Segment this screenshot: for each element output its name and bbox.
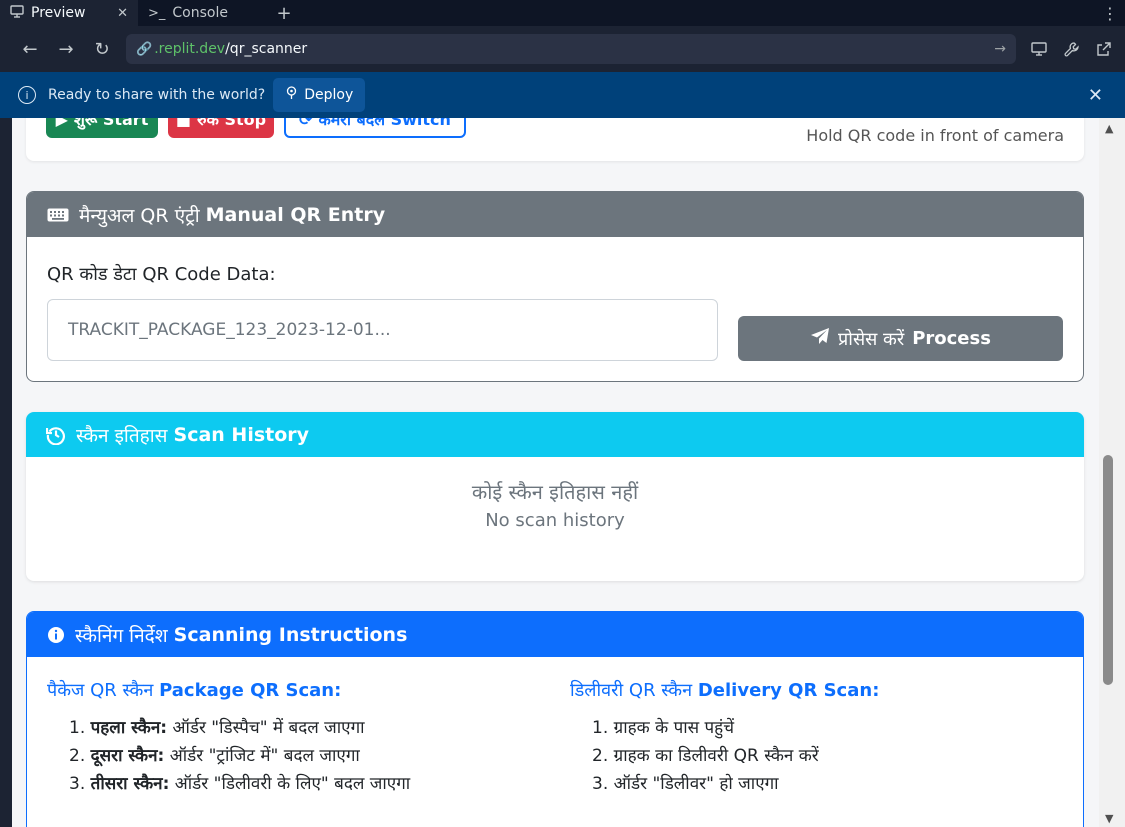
manual-entry-card: मैन्युअल QR एंट्री Manual QR Entry QR को… [26, 191, 1084, 382]
package-title-hi: पैकेज QR स्कैन [47, 680, 154, 701]
package-title-en: Package QR Scan: [159, 680, 342, 701]
delivery-instructions: डिलीवरी QR स्कैन Delivery QR Scan: 1. ग्… [570, 678, 1070, 798]
devices-icon[interactable] [1026, 36, 1052, 62]
step-bold: पहला स्कैन: [90, 718, 168, 738]
empty-history-en: No scan history [485, 510, 625, 531]
step-bold: दूसरा स्कैन: [90, 746, 165, 766]
close-tab-icon[interactable]: ✕ [117, 6, 128, 21]
switch-label: कैमरा बदलें Switch [318, 118, 451, 129]
history-icon [46, 425, 66, 445]
reload-icon[interactable]: ↻ [84, 26, 120, 72]
list-item: 1. पहला स्कैन: ऑर्डर "डिस्पैच" में बदल ज… [69, 718, 365, 738]
history-title-en: Scan History [173, 423, 310, 446]
left-edge [0, 118, 12, 827]
new-tab-plus-icon[interactable]: + [264, 0, 304, 26]
deploy-button[interactable]: Deploy [273, 78, 366, 112]
delivery-title-hi: डिलीवरी QR स्कैन [570, 680, 693, 701]
start-label: शुरू Start [73, 118, 149, 129]
url-path: /qr_scanner [225, 41, 308, 57]
list-item: 3. तीसरा स्कैन: ऑर्डर "डिलीवरी के लिए" ब… [69, 774, 411, 794]
step-bold: तीसरा स्कैन: [90, 774, 170, 794]
manual-entry-header: मैन्युअल QR एंट्री Manual QR Entry [27, 192, 1083, 237]
camera-hint: Hold QR code in front of camera [806, 126, 1064, 145]
stop-label: रुकें Stop [197, 118, 267, 129]
delivery-steps: 1. ग्राहक के पास पहुंचें 2. ग्राहक का डि… [570, 714, 1070, 798]
empty-history-hi: कोई स्कैन इतिहास नहीं [471, 480, 639, 504]
step-text: ऑर्डर "डिलीवर" हो जाएगा [613, 774, 779, 794]
info-circle-icon [47, 626, 65, 644]
delivery-title: डिलीवरी QR स्कैन Delivery QR Scan: [570, 678, 1070, 702]
scan-history-header: स्कैन इतिहास Scan History [26, 412, 1084, 457]
back-arrow-icon[interactable]: ← [12, 26, 48, 72]
go-arrow-icon[interactable]: → [994, 41, 1006, 57]
deploy-banner: i Ready to share with the world? Deploy … [0, 72, 1125, 118]
list-item: 2. दूसरा स्कैन: ऑर्डर "ट्रांजिट में" बदल… [69, 746, 360, 766]
deploy-label: Deploy [304, 87, 354, 103]
deploy-icon [285, 86, 298, 104]
delivery-title-en: Delivery QR Scan: [697, 680, 880, 701]
banner-message: Ready to share with the world? [48, 87, 266, 103]
more-options-icon[interactable]: ⋮ [1095, 0, 1125, 26]
qr-data-label: QR कोड डेटा QR Code Data: [47, 264, 276, 285]
history-title-hi: स्कैन इतिहास [76, 424, 168, 447]
link-icon: 🔗 [136, 41, 153, 57]
process-label-hi: प्रोसेस करें [838, 328, 905, 350]
page-scrollbar[interactable]: ▲ ▼ [1099, 118, 1125, 827]
send-icon [810, 327, 830, 350]
manual-title-en: Manual QR Entry [205, 203, 386, 226]
process-label-en: Process [912, 328, 991, 349]
list-item: 3. ऑर्डर "डिलीवर" हो जाएगा [592, 774, 779, 794]
terminal-icon: >_ [148, 5, 166, 21]
keyboard-icon [47, 208, 69, 222]
url-input[interactable]: 🔗 .replit.dev /qr_scanner → [126, 34, 1016, 64]
step-text: ऑर्डर "डिस्पैच" में बदल जाएगा [167, 718, 365, 738]
tab-label: Console [172, 5, 228, 21]
browser-tab-bar: Preview ✕ >_ Console + ⋮ [0, 0, 1125, 26]
open-external-icon[interactable] [1090, 36, 1116, 62]
step-text: ग्राहक का डिलीवरी QR स्कैन करें [613, 746, 819, 766]
address-bar: ← → ↻ 🔗 .replit.dev /qr_scanner → [0, 26, 1125, 72]
list-item: 2. ग्राहक का डिलीवरी QR स्कैन करें [592, 746, 819, 766]
qr-data-placeholder: TRACKIT_PACKAGE_123_2023-12-01... [68, 320, 391, 340]
step-text: ऑर्डर "ट्रांजिट में" बदल जाएगा [164, 746, 360, 766]
monitor-icon [10, 4, 24, 22]
manual-title-hi: मैन्युअल QR एंट्री [79, 204, 200, 227]
instructions-header: स्कैनिंग निर्देश Scanning Instructions [27, 612, 1083, 657]
package-title: पैकेज QR स्कैन Package QR Scan: [47, 678, 567, 702]
scrollbar-thumb[interactable] [1103, 455, 1113, 685]
instructions-card: स्कैनिंग निर्देश Scanning Instructions प… [26, 611, 1084, 827]
refresh-icon: ⟳ [299, 118, 313, 129]
scan-history-card: स्कैन इतिहास Scan History कोई स्कैन इतिह… [26, 412, 1084, 581]
instructions-title-en: Scanning Instructions [173, 623, 408, 646]
page-viewport: ▶ शुरू Start ■ रुकें Stop ⟳ कैमरा बदलें … [12, 118, 1099, 827]
stop-camera-button[interactable]: ■ रुकें Stop [168, 118, 274, 138]
stop-icon: ■ [175, 118, 192, 129]
close-banner-icon[interactable]: ✕ [1088, 85, 1103, 106]
process-button[interactable]: प्रोसेस करें Process [738, 316, 1063, 361]
tab-label: Preview [31, 5, 86, 21]
start-camera-button[interactable]: ▶ शुरू Start [46, 118, 158, 138]
wrench-icon[interactable] [1058, 36, 1084, 62]
scroll-down-arrow-icon[interactable]: ▼ [1105, 812, 1113, 825]
switch-camera-button[interactable]: ⟳ कैमरा बदलें Switch [284, 118, 466, 138]
tab-preview[interactable]: Preview ✕ [0, 0, 138, 26]
list-item: 1. ग्राहक के पास पहुंचें [592, 718, 734, 738]
camera-controls-card: ▶ शुरू Start ■ रुकें Stop ⟳ कैमरा बदलें … [26, 118, 1084, 161]
instructions-title-hi: स्कैनिंग निर्देश [75, 624, 168, 647]
forward-arrow-icon[interactable]: → [48, 26, 84, 72]
play-icon: ▶ [55, 118, 68, 129]
step-text: ऑर्डर "डिलीवरी के लिए" बदल जाएगा [169, 774, 411, 794]
package-instructions: पैकेज QR स्कैन Package QR Scan: 1. पहला … [47, 678, 567, 798]
info-icon: i [18, 86, 36, 104]
scroll-up-arrow-icon[interactable]: ▲ [1105, 122, 1113, 135]
qr-data-input[interactable]: TRACKIT_PACKAGE_123_2023-12-01... [47, 299, 718, 361]
tab-console[interactable]: >_ Console [138, 0, 264, 26]
package-steps: 1. पहला स्कैन: ऑर्डर "डिस्पैच" में बदल ज… [47, 714, 567, 798]
url-domain: .replit.dev [154, 41, 226, 57]
step-text: ग्राहक के पास पहुंचें [613, 718, 734, 738]
